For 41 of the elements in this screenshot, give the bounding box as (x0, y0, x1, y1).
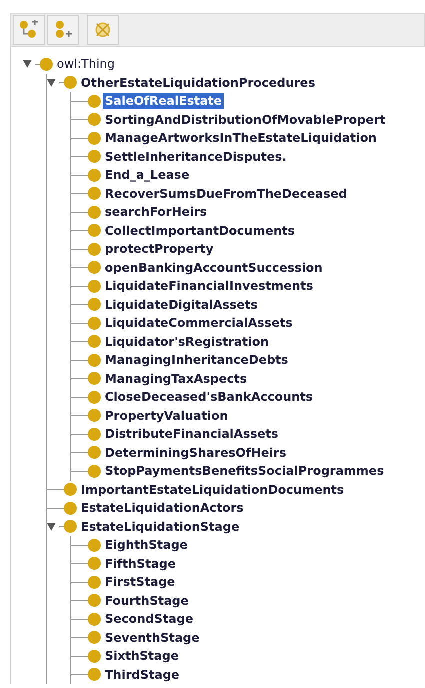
class-label[interactable]: SettleInheritanceDisputes. (103, 148, 289, 165)
class-label[interactable]: CloseDeceased'sBankAccounts (103, 389, 316, 406)
class-label[interactable]: LiquidateCommercialAssets (103, 315, 295, 332)
class-label[interactable]: EighthStage (103, 537, 190, 554)
class-label[interactable]: EstateLiquidationActors (79, 500, 246, 516)
class-label[interactable]: PropertyValuation (103, 408, 230, 424)
class-label[interactable]: RecoverSumsDueFromTheDeceased (103, 186, 350, 202)
caret-down-icon[interactable] (47, 522, 56, 531)
class-label[interactable]: ManagingTaxAspects (103, 370, 250, 387)
class-label[interactable]: SixthStage (103, 648, 181, 664)
caret-down-icon[interactable] (47, 78, 56, 87)
node-tree-plus-icon (19, 20, 39, 40)
class-label[interactable]: DistributeFinancialAssets (103, 426, 281, 442)
class-label[interactable]: openBankingAccountSuccession (103, 260, 325, 276)
class-label[interactable]: searchForHeirs (103, 204, 210, 220)
delete-icon (94, 21, 112, 39)
class-label[interactable]: SeventhStage (103, 630, 202, 646)
class-label[interactable]: CollectImportantDocuments (103, 222, 298, 239)
class-label[interactable]: OtherEstateLiquidationProcedures (79, 74, 318, 91)
node-plus-icon (53, 20, 73, 40)
class-label[interactable]: ManagingInheritanceDebts (103, 352, 290, 368)
class-label[interactable]: End_a_Lease (103, 167, 192, 184)
class-label[interactable]: protectProperty (103, 241, 216, 258)
class-label[interactable]: SortingAndDistributionOfMovablePropert (103, 112, 388, 128)
class-label[interactable]: LiquidateFinancialInvestments (103, 278, 316, 294)
class-label[interactable]: FourthStage (103, 592, 191, 609)
class-label[interactable]: FirstStage (103, 574, 178, 590)
class-label[interactable]: ManageArtworksInTheEstateLiquidation (103, 130, 379, 146)
add-subclass-button[interactable] (13, 15, 45, 45)
class-label[interactable]: EstateLiquidationStage (79, 518, 242, 535)
class-label[interactable]: ImportantEstateLiquidationDocuments (79, 482, 346, 498)
class-label[interactable]: SaleOfRealEstate (103, 93, 224, 110)
caret-down-icon[interactable] (23, 60, 32, 68)
class-label[interactable]: LiquidateDigitalAssets (103, 296, 260, 313)
class-label[interactable]: DeterminingSharesOfHeirs (103, 444, 289, 461)
class-label[interactable]: StopPaymentsBenefitsSocialProgrammes (103, 463, 386, 480)
class-label[interactable]: Liquidator'sRegistration (103, 334, 272, 350)
class-label[interactable]: owl:Thing (55, 56, 118, 72)
class-label[interactable]: SecondStage (103, 611, 196, 628)
class-label[interactable]: ThirdStage (103, 666, 182, 683)
class-label[interactable]: FifthStage (103, 556, 178, 572)
